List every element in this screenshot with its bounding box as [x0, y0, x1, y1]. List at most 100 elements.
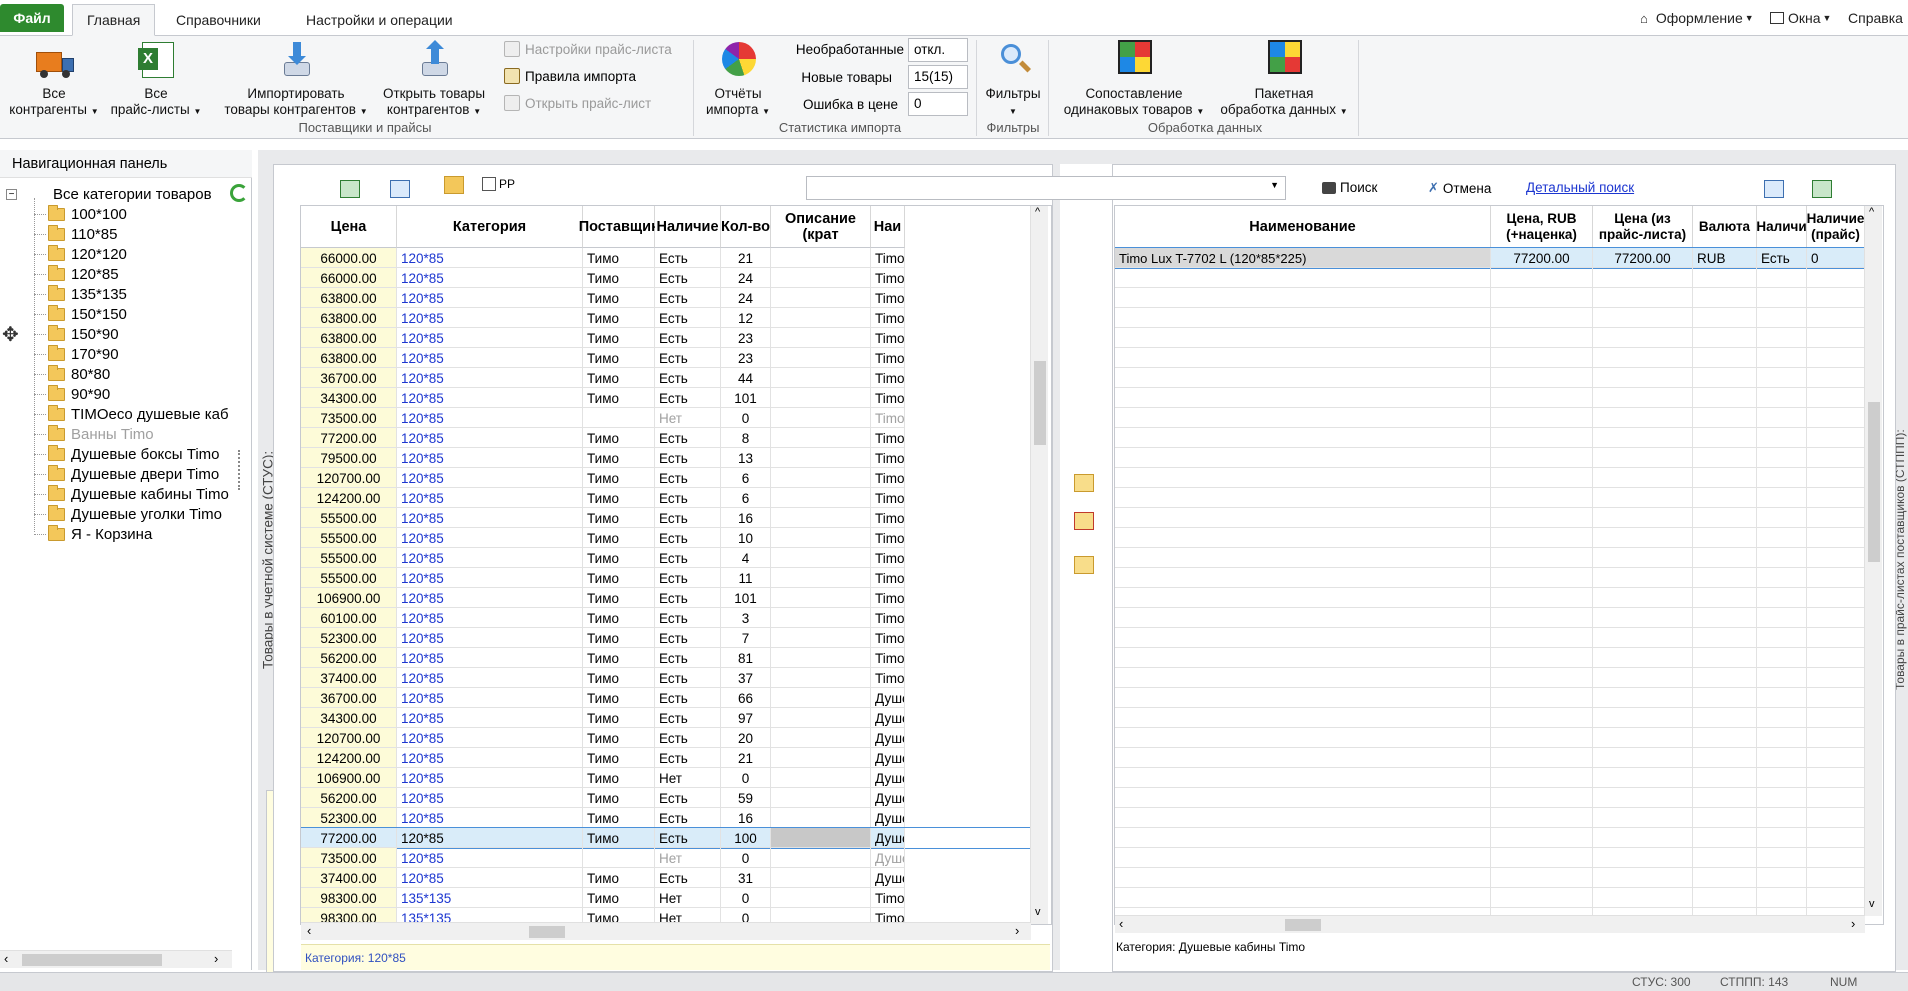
play-icon[interactable] [340, 180, 360, 198]
open-contractor-goods-button[interactable]: Открыть товары контрагентов ▼ [376, 40, 492, 120]
tree-item[interactable]: 135*135 [34, 284, 127, 304]
scroll-thumb[interactable] [1285, 919, 1321, 931]
scroll-left-icon[interactable]: ‹ [1119, 916, 1123, 931]
table-row[interactable]: 55500.00 120*85 Тимо Есть 10 Timo [301, 528, 1031, 548]
import-reports-button[interactable]: Отчёты импорта ▼ [698, 40, 778, 120]
scroll-down-icon[interactable]: v [1035, 906, 1041, 918]
table-row[interactable]: 56200.00 120*85 Тимо Есть 81 Timo [301, 648, 1031, 668]
tree-item[interactable]: 110*85 [34, 224, 117, 244]
all-pricelists-button[interactable]: X Все прайс-листы ▼ [108, 40, 204, 120]
table-row[interactable]: 63800.00 120*85 Тимо Есть 23 Timo [301, 328, 1031, 348]
table-row[interactable]: 37400.00 120*85 Тимо Есть 37 Timo [301, 668, 1031, 688]
column-header[interactable]: Наи [871, 206, 905, 248]
checkbox-icon[interactable] [482, 177, 496, 191]
export-excel-icon[interactable] [1812, 180, 1832, 198]
tree-item[interactable]: Душевые боксы Timo [34, 444, 220, 464]
column-header[interactable]: Цена (из прайс-листа) [1593, 206, 1693, 248]
detailed-search-link[interactable]: Детальный поиск [1526, 180, 1634, 195]
table-row[interactable]: 63800.00 120*85 Тимо Есть 24 Timo [301, 288, 1031, 308]
cancel-search-button[interactable]: ✗ Отмена [1428, 180, 1491, 196]
scroll-down-icon[interactable]: v [1869, 898, 1875, 910]
scroll-left-icon[interactable]: ‹ [307, 923, 311, 938]
table-row[interactable]: 66000.00 120*85 Тимо Есть 21 Timo [301, 248, 1031, 268]
filters-button[interactable]: Фильтры ▼ [980, 40, 1046, 120]
dropdown-arrow-icon[interactable]: ▼ [1270, 180, 1279, 190]
batch-processing-button[interactable]: Пакетная обработка данных ▼ [1212, 40, 1356, 120]
left-grid-vscrollbar[interactable]: ^ v [1030, 206, 1048, 924]
table-row[interactable]: 66000.00 120*85 Тимо Есть 24 Timo [301, 268, 1031, 288]
scroll-right-icon[interactable]: › [214, 951, 218, 966]
column-header[interactable]: Описание (крат [771, 206, 871, 248]
tree-item[interactable]: 170*90 [34, 344, 119, 364]
column-header[interactable]: Кол-во [721, 206, 771, 248]
windows-menu[interactable]: Окна ▼ [1770, 6, 1831, 30]
scroll-up-icon[interactable]: ^ [1035, 206, 1040, 218]
column-header[interactable]: Категория [397, 206, 583, 248]
scroll-left-icon[interactable]: ‹ [4, 951, 8, 966]
refresh-icon[interactable] [230, 184, 248, 202]
table-row[interactable]: 37400.00120*85ТимоЕсть31 Душе [301, 868, 1031, 888]
table-row[interactable]: 63800.00 120*85 Тимо Есть 23 Timo [301, 348, 1031, 368]
import-goods-button[interactable]: Импортировать товары контрагентов ▼ [216, 40, 376, 120]
table-row[interactable]: 34300.00 120*85 Тимо Есть 101 Timo [301, 388, 1031, 408]
table-row[interactable]: 77200.00 120*85 Тимо Есть 8 Timo [301, 428, 1031, 448]
table-row[interactable]: 55500.00 120*85 Тимо Есть 16 Timo [301, 508, 1031, 528]
match-same-goods-button[interactable]: Сопоставление одинаковых товаров ▼ [1056, 40, 1212, 120]
right-grid-vscrollbar[interactable]: ^ v [1864, 206, 1882, 916]
table-row[interactable]: 36700.00120*85ТимоЕсть66 Душе [301, 688, 1031, 708]
open-pricelist-button[interactable]: Открыть прайс-лист [504, 92, 651, 114]
table-row[interactable]: 79500.00 120*85 Тимо Есть 13 Timo [301, 448, 1031, 468]
all-contractors-button[interactable]: Все контрагенты ▼ [6, 40, 102, 120]
compare-icon[interactable] [1074, 556, 1094, 574]
tree-root[interactable]: − Все категории товаров [6, 184, 212, 204]
table-row[interactable]: 63800.00 120*85 Тимо Есть 12 Timo [301, 308, 1031, 328]
pricelist-settings-button[interactable]: Настройки прайс-листа [504, 38, 672, 60]
tree-item[interactable]: 100*100 [34, 204, 127, 224]
table-row[interactable]: 73500.00 120*85 Нет 0 Timo [301, 408, 1031, 428]
table-row[interactable]: Timo Lux T-7702 L (120*85*225) 77200.00 77… [1115, 247, 1866, 269]
table-row[interactable]: 120700.00 120*85 Тимо Есть 6 Timo [301, 468, 1031, 488]
table-row[interactable]: 55500.00 120*85 Тимо Есть 4 Timo [301, 548, 1031, 568]
tree-item[interactable]: Я - Корзина [34, 524, 152, 544]
tree-item[interactable]: 120*85 [34, 264, 119, 284]
table-row[interactable]: 120700.00120*85ТимоЕсть20 Душе [301, 728, 1031, 748]
search-input[interactable]: ▼ [806, 176, 1286, 200]
column-header[interactable]: Поставщик [579, 206, 658, 248]
tree-item[interactable]: Душевые уголки Timo [34, 504, 222, 524]
search-button[interactable]: Поиск [1322, 180, 1377, 195]
folder-open-icon[interactable] [444, 176, 464, 194]
file-tab[interactable]: Файл [0, 4, 64, 32]
splitter-grip[interactable] [238, 450, 242, 490]
tab-references[interactable]: Справочники [162, 4, 275, 36]
help-menu[interactable]: Справка [1848, 6, 1903, 30]
pp-checkbox[interactable]: PP [482, 177, 515, 191]
table-row[interactable]: 55500.00 120*85 Тимо Есть 11 Timo [301, 568, 1031, 588]
scroll-right-icon[interactable]: › [1851, 916, 1855, 931]
sort-icon[interactable] [1764, 180, 1784, 198]
table-row[interactable]: 36700.00 120*85 Тимо Есть 44 Timo [301, 368, 1031, 388]
right-grid-hscrollbar[interactable]: ‹ › [1115, 915, 1865, 933]
scroll-thumb[interactable] [529, 926, 565, 938]
table-row[interactable]: 73500.00120*85 Нет0 Душе [301, 848, 1031, 868]
appearance-menu[interactable]: ⌂ Оформление ▼ [1640, 6, 1754, 30]
tree-item[interactable]: 80*80 [34, 364, 110, 384]
link-icon[interactable] [1074, 474, 1094, 492]
scroll-thumb[interactable] [1034, 361, 1046, 445]
table-row[interactable]: 124200.00 120*85 Тимо Есть 6 Timo [301, 488, 1031, 508]
column-header[interactable]: Валюта [1693, 206, 1757, 248]
tree-item[interactable]: Душевые двери Timo [34, 464, 219, 484]
column-header[interactable]: Цена [301, 206, 397, 248]
scroll-up-icon[interactable]: ^ [1869, 206, 1874, 218]
column-header[interactable]: Цена, RUB (+наценка) [1491, 206, 1593, 248]
scroll-right-icon[interactable]: › [1015, 923, 1019, 938]
scroll-thumb[interactable] [1868, 402, 1880, 562]
scroll-thumb[interactable] [22, 954, 162, 966]
table-row[interactable]: 77200.00120*85ТимоЕсть100 Душе [301, 827, 1032, 849]
column-header[interactable]: Наличи [1756, 206, 1807, 248]
unlink-icon[interactable] [1074, 512, 1094, 530]
table-row[interactable]: 52300.00 120*85 Тимо Есть 7 Timo [301, 628, 1031, 648]
table-row[interactable]: 34300.00120*85ТимоЕсть97 Душе [301, 708, 1031, 728]
column-header[interactable]: Наименование [1115, 206, 1491, 248]
table-row[interactable]: 56200.00120*85ТимоЕсть59 Душе [301, 788, 1031, 808]
tree-item[interactable]: Душевые кабины Timo [34, 484, 229, 504]
